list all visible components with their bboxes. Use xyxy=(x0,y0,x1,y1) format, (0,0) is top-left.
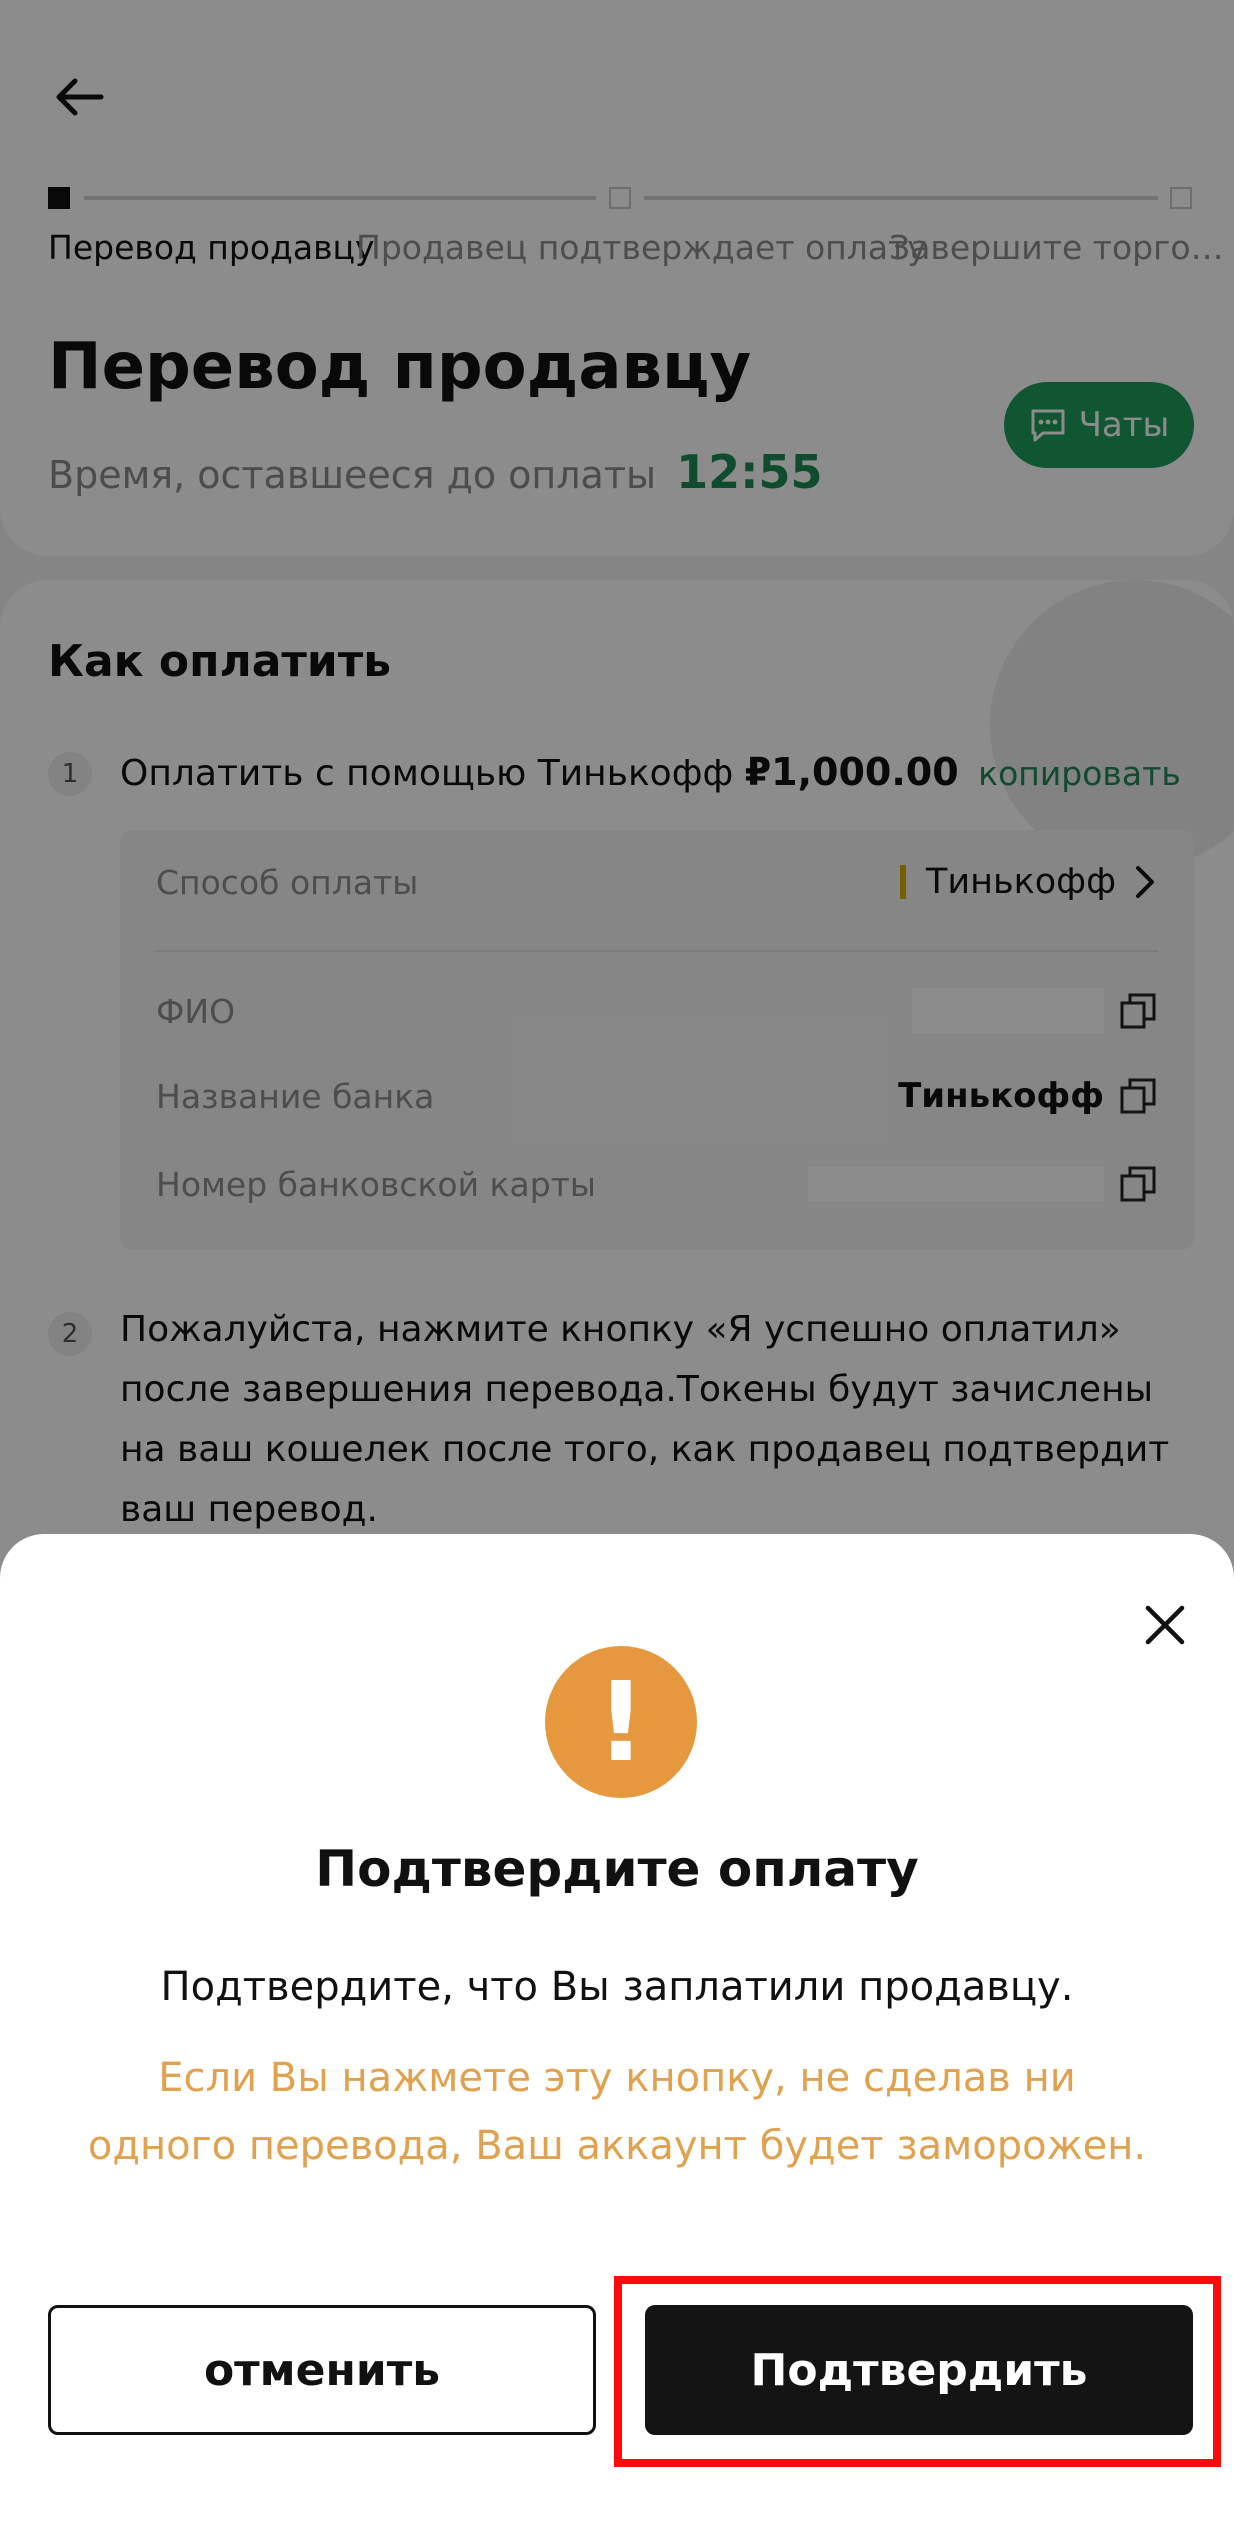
modal-message: Подтвердите, что Вы заплатили продавцу. xyxy=(160,1964,1074,2010)
close-icon xyxy=(1145,1605,1185,1645)
cancel-button[interactable]: отменить xyxy=(48,2305,596,2435)
modal-title: Подтвердите оплату xyxy=(315,1840,919,1898)
confirm-payment-sheet: ! Подтвердите оплату Подтвердите, что Вы… xyxy=(0,1534,1234,2541)
modal-warning: Если Вы нажмете эту кнопку, не сделав ни… xyxy=(87,2055,1147,2169)
exclamation-icon: ! xyxy=(545,1646,697,1798)
close-button[interactable] xyxy=(1132,1592,1198,1658)
confirm-button-highlight xyxy=(614,2276,1221,2467)
